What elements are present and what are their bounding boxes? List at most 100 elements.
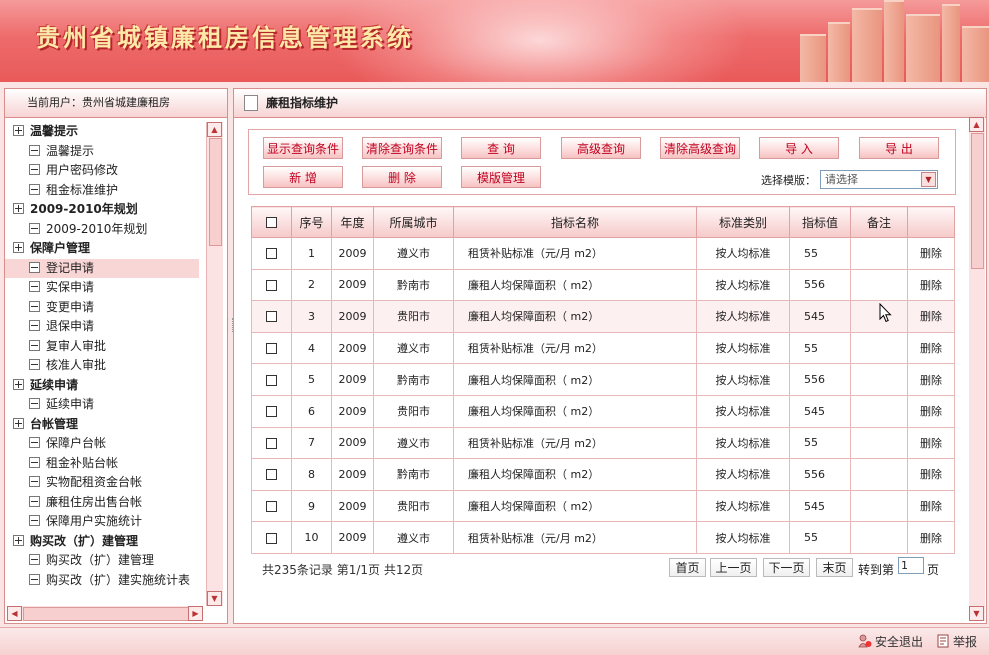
column-header[interactable]: 序号: [291, 206, 332, 238]
row-delete-link[interactable]: 删除: [907, 426, 955, 460]
scroll-up-icon[interactable]: ▲: [969, 117, 984, 132]
nav-item[interactable]: 核准人审批: [5, 356, 205, 376]
row-checkbox[interactable]: [266, 343, 277, 355]
nav-item[interactable]: 实物配租资金台帐: [5, 473, 205, 493]
row-checkbox[interactable]: [266, 437, 277, 449]
table-row[interactable]: 9 2009 贵阳市 廉租人均保障面积（ m2） 按人均标准 545 删除: [251, 489, 955, 523]
table-row[interactable]: 1 2009 遵义市 租赁补贴标准（元/月 m2） 按人均标准 55 删除: [251, 237, 955, 270]
nav-vertical-scrollbar[interactable]: ▲ ▼: [206, 122, 223, 606]
nav-item[interactable]: 保障用户实施统计: [5, 512, 205, 532]
column-header[interactable]: 标准类别: [696, 206, 790, 238]
nav-item[interactable]: 租金标准维护: [5, 181, 205, 201]
nav-item[interactable]: 延续申请: [5, 395, 205, 415]
scroll-down-icon[interactable]: ▼: [969, 606, 984, 621]
scroll-down-icon[interactable]: ▼: [207, 591, 222, 606]
expand-icon[interactable]: [13, 534, 24, 546]
row-delete-link[interactable]: 删除: [907, 489, 955, 523]
h-scroll-thumb[interactable]: [23, 607, 189, 621]
table-row[interactable]: 3 2009 贵阳市 廉租人均保障面积（ m2） 按人均标准 545 删除: [251, 300, 955, 333]
column-header[interactable]: 备注: [850, 206, 908, 238]
export-button[interactable]: 导 出: [859, 137, 939, 159]
show-query-button[interactable]: 显示查询条件: [263, 137, 343, 159]
table-row[interactable]: 4 2009 遵义市 租赁补贴标准（元/月 m2） 按人均标准 55 删除: [251, 331, 955, 365]
row-checkbox[interactable]: [266, 532, 277, 544]
row-checkbox[interactable]: [266, 311, 277, 323]
row-delete-link[interactable]: 删除: [907, 331, 955, 365]
logout-icon[interactable]: [858, 634, 872, 648]
nav-item[interactable]: 登记申请: [5, 258, 199, 278]
column-header[interactable]: 指标值: [789, 206, 851, 238]
clear-advanced-query-button[interactable]: 清除高级查询: [660, 137, 740, 159]
row-delete-link[interactable]: 删除: [907, 521, 955, 554]
row-delete-link[interactable]: 删除: [907, 237, 955, 270]
clear-query-button[interactable]: 清除查询条件: [362, 137, 442, 159]
row-checkbox[interactable]: [266, 469, 277, 481]
expand-icon[interactable]: [13, 203, 24, 214]
nav-item[interactable]: 廉租住房出售台帐: [5, 493, 205, 513]
nav-item[interactable]: 保障户台帐: [5, 434, 205, 454]
logout-link[interactable]: 安全退出: [875, 633, 923, 650]
row-delete-link[interactable]: 删除: [907, 268, 955, 302]
scroll-up-icon[interactable]: ▲: [207, 122, 222, 137]
nav-item[interactable]: 变更申请: [5, 298, 205, 318]
nav-item[interactable]: 购买改（扩）建实施统计表: [5, 571, 205, 591]
expand-icon[interactable]: [13, 378, 24, 390]
add-button[interactable]: 新 增: [263, 166, 343, 188]
nav-item[interactable]: 复审人审批: [5, 337, 205, 357]
row-checkbox[interactable]: [266, 374, 277, 386]
nav-group[interactable]: 保障户管理: [5, 239, 205, 259]
template-manage-button[interactable]: 模版管理: [461, 166, 541, 188]
prev-page-button[interactable]: 上一页: [710, 558, 757, 577]
panel-splitter[interactable]: [226, 88, 232, 622]
expand-icon[interactable]: [13, 242, 24, 253]
scroll-thumb[interactable]: [209, 138, 222, 246]
scroll-left-icon[interactable]: ◀: [7, 606, 22, 621]
chevron-down-icon[interactable]: ▼: [921, 172, 936, 187]
next-page-button[interactable]: 下一页: [763, 558, 810, 577]
expand-icon[interactable]: [13, 417, 24, 429]
import-button[interactable]: 导 入: [759, 137, 839, 159]
row-checkbox[interactable]: [266, 501, 277, 513]
report-icon[interactable]: [936, 634, 950, 648]
table-row[interactable]: 2 2009 黔南市 廉租人均保障面积（ m2） 按人均标准 556 删除: [251, 268, 955, 302]
template-select[interactable]: 请选择 ▼: [820, 170, 938, 189]
scroll-thumb[interactable]: [971, 133, 984, 269]
content-vertical-scrollbar[interactable]: ▲ ▼: [969, 117, 985, 621]
nav-item[interactable]: 温馨提示: [5, 142, 205, 162]
row-checkbox[interactable]: [266, 279, 277, 291]
nav-item[interactable]: 租金补贴台帐: [5, 454, 205, 474]
row-checkbox[interactable]: [266, 406, 277, 418]
nav-group[interactable]: 购买改（扩）建管理: [5, 532, 205, 552]
nav-group[interactable]: 温馨提示: [5, 122, 205, 142]
column-header[interactable]: 指标名称: [453, 206, 697, 238]
advanced-query-button[interactable]: 高级查询: [561, 137, 641, 159]
delete-button[interactable]: 删 除: [362, 166, 442, 188]
table-row[interactable]: 6 2009 贵阳市 廉租人均保障面积（ m2） 按人均标准 545 删除: [251, 394, 955, 428]
nav-item[interactable]: 用户密码修改: [5, 161, 205, 181]
nav-horizontal-scrollbar[interactable]: ◀ ▶: [7, 606, 203, 621]
expand-icon[interactable]: [13, 125, 24, 136]
last-page-button[interactable]: 末页: [816, 558, 853, 577]
jump-page-input[interactable]: 1: [898, 557, 924, 574]
row-delete-link[interactable]: 删除: [907, 394, 955, 428]
nav-group[interactable]: 2009-2010年规划: [5, 200, 205, 220]
table-row[interactable]: 7 2009 遵义市 租赁补贴标准（元/月 m2） 按人均标准 55 删除: [251, 426, 955, 460]
scroll-right-icon[interactable]: ▶: [188, 606, 203, 621]
row-delete-link[interactable]: 删除: [907, 363, 955, 396]
nav-item[interactable]: 购买改（扩）建管理: [5, 551, 205, 571]
row-delete-link[interactable]: 删除: [907, 458, 955, 491]
table-row[interactable]: 5 2009 黔南市 廉租人均保障面积（ m2） 按人均标准 556 删除: [251, 363, 955, 396]
column-header[interactable]: 年度: [331, 206, 374, 238]
table-row[interactable]: 10 2009 遵义市 租赁补贴标准（元/月 m2） 按人均标准 55 删除: [251, 521, 955, 554]
row-checkbox[interactable]: [266, 248, 277, 260]
nav-item[interactable]: 实保申请: [5, 278, 205, 298]
nav-item[interactable]: 2009-2010年规划: [5, 220, 205, 240]
first-page-button[interactable]: 首页: [669, 558, 706, 577]
table-row[interactable]: 8 2009 黔南市 廉租人均保障面积（ m2） 按人均标准 556 删除: [251, 458, 955, 491]
row-delete-link[interactable]: 删除: [907, 300, 955, 333]
column-header[interactable]: 所属城市: [373, 206, 454, 238]
query-button[interactable]: 查 询: [461, 137, 541, 159]
select-all-checkbox[interactable]: [266, 217, 277, 228]
nav-item[interactable]: 退保申请: [5, 317, 205, 337]
nav-group[interactable]: 台帐管理: [5, 415, 205, 435]
